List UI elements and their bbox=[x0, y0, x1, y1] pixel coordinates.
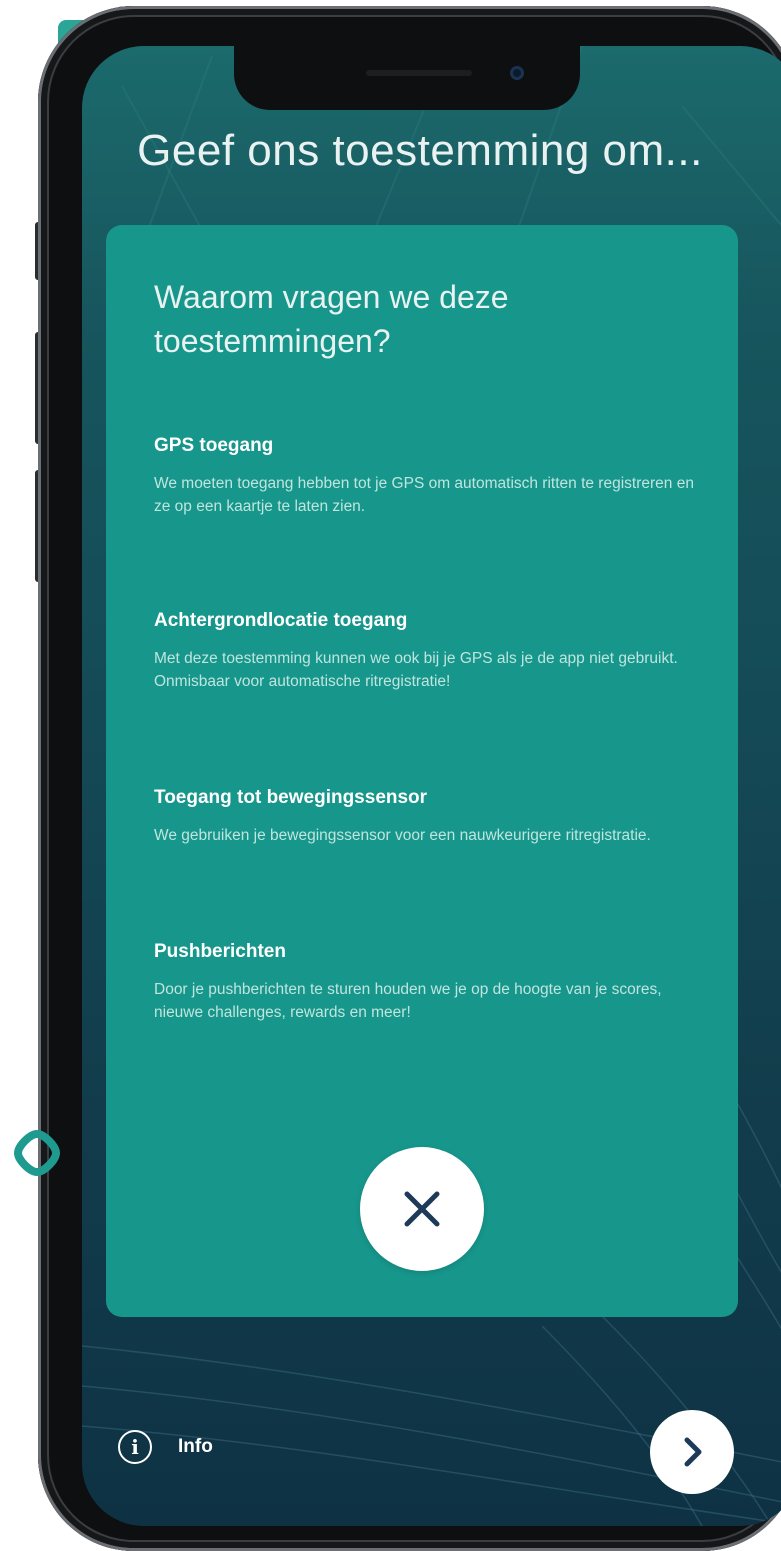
section-text: We gebruiken je bewegingssensor voor een… bbox=[154, 827, 651, 844]
close-icon bbox=[404, 1191, 440, 1227]
next-button[interactable] bbox=[650, 1410, 734, 1494]
section-motion-sensor: Toegang tot bewegingssensor We gebruiken… bbox=[154, 785, 699, 847]
section-background-location: Achtergrondlocatie toegang Met deze toes… bbox=[154, 608, 699, 693]
section-title: Achtergrondlocatie toegang bbox=[154, 610, 408, 631]
permissions-info-card: Waarom vragen we deze toestemmingen? GPS… bbox=[106, 225, 738, 1317]
section-title: Toegang tot bewegingssensor bbox=[154, 787, 428, 808]
section-text: Door je pushberichten te sturen houden w… bbox=[154, 981, 662, 1021]
section-title: GPS toegang bbox=[154, 435, 274, 456]
page-title: Geef ons toestemming om... bbox=[137, 126, 703, 175]
earpiece-speaker bbox=[366, 70, 472, 76]
section-push-notifications: Pushberichten Door je pushberichten te s… bbox=[154, 939, 699, 1024]
section-text: We moeten toegang hebben tot je GPS om a… bbox=[154, 475, 694, 515]
chevron-right-icon bbox=[684, 1437, 702, 1467]
card-heading: Waarom vragen we deze toestemmingen? bbox=[154, 279, 509, 359]
front-camera bbox=[510, 66, 524, 80]
section-gps-access: GPS toegang We moeten toegang hebben tot… bbox=[154, 433, 699, 518]
info-link[interactable]: i Info bbox=[118, 1430, 213, 1464]
close-button[interactable] bbox=[360, 1147, 484, 1271]
section-text: Met deze toestemming kunnen we ook bij j… bbox=[154, 650, 678, 690]
teal-diamond-marker bbox=[14, 1130, 60, 1176]
section-title: Pushberichten bbox=[154, 941, 286, 962]
phone-notch bbox=[234, 46, 580, 110]
info-label: Info bbox=[178, 1436, 213, 1457]
info-icon: i bbox=[118, 1430, 152, 1464]
